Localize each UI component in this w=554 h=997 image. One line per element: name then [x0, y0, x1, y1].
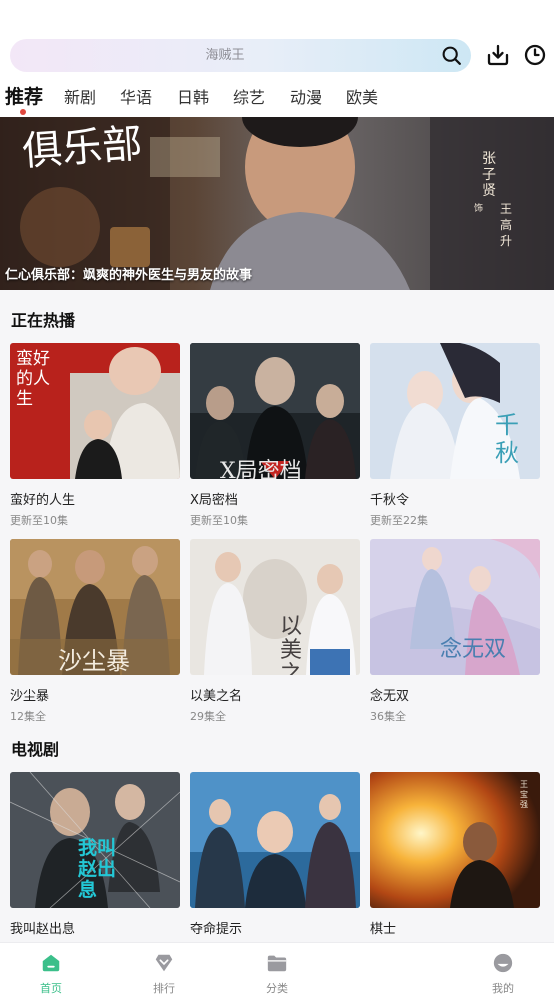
nav-category[interactable]: 分类 [222, 943, 332, 997]
poster-image: X局密档 [190, 343, 360, 479]
card-title[interactable]: 以美之名 [190, 685, 360, 704]
poster-title-art: 我叫赵出息 [78, 837, 117, 901]
poster-image: 千秋 [370, 343, 540, 479]
poster-title-art: 以美之名 [280, 614, 303, 676]
card-title[interactable]: 蛮好的人生 [10, 489, 180, 508]
video-card[interactable]: 蛮好的人生 蛮好的人生 更新至10集 [10, 343, 180, 528]
history-clock-icon[interactable] [523, 43, 547, 67]
poster-image: 我叫赵出息 [10, 772, 180, 908]
active-tab-indicator [20, 109, 26, 115]
poster-title-art: 沙尘暴 [58, 647, 130, 675]
video-card[interactable]: 夺命提示 [190, 772, 360, 941]
poster-image: 念无双 [370, 539, 540, 675]
card-title[interactable]: 沙尘暴 [10, 685, 180, 704]
nav-label: 首页 [40, 982, 62, 995]
bottom-navigation: 首页 排行 分类 我的 [0, 942, 554, 997]
poster-title-art: 念无双 [440, 637, 507, 662]
tab-japan-korea[interactable]: 日韩 [177, 84, 209, 108]
card-episode-status: 更新至22集 [370, 514, 428, 527]
tab-anime[interactable]: 动漫 [290, 84, 322, 108]
card-episode-status: 更新至10集 [190, 514, 248, 527]
nav-home[interactable]: 首页 [0, 943, 106, 997]
card-title[interactable]: 夺命提示 [190, 918, 360, 937]
nav-ranking[interactable]: 排行 [109, 943, 219, 997]
video-card[interactable]: 我叫赵出息 我叫赵出息 [10, 772, 180, 941]
ranking-heart-icon [155, 954, 173, 972]
download-icon[interactable] [486, 43, 510, 67]
poster-image: 以美之名 [190, 539, 360, 675]
search-bar[interactable]: 海贼王 [10, 39, 471, 72]
video-card[interactable]: 王宝强 棋士 [370, 772, 540, 941]
card-title[interactable]: 我叫赵出息 [10, 918, 180, 937]
category-tabs: 推荐 新剧 华语 日韩 综艺 动漫 欧美 [0, 80, 554, 115]
tab-variety[interactable]: 综艺 [233, 84, 265, 108]
card-title[interactable]: 念无双 [370, 685, 540, 704]
nav-profile[interactable]: 我的 [448, 943, 554, 997]
card-episode-status: 更新至10集 [10, 514, 68, 527]
nav-label: 我的 [492, 982, 514, 995]
card-title[interactable]: 千秋令 [370, 489, 540, 508]
banner-caption[interactable]: 仁心俱乐部：飒爽的神外医生与男友的故事 [5, 264, 252, 283]
search-icon[interactable] [441, 45, 462, 66]
video-card[interactable]: 念无双 念无双 36集全 [370, 539, 540, 724]
section-title-tv-series: 电视剧 [11, 740, 60, 759]
poster-title-art: 蛮好的人生 [16, 349, 50, 409]
video-card[interactable]: 千秋 千秋令 更新至22集 [370, 343, 540, 528]
search-placeholder[interactable]: 海贼王 [10, 39, 440, 72]
video-card[interactable]: 沙尘暴 沙尘暴 12集全 [10, 539, 180, 724]
section-title-now-playing: 正在热播 [11, 311, 76, 330]
tab-western[interactable]: 欧美 [346, 84, 378, 108]
folder-icon [267, 955, 287, 972]
banner-actor-name: 张子贤 [482, 151, 496, 199]
home-icon [42, 954, 60, 972]
banner-role-name: 王高升 [500, 202, 513, 248]
tab-recommend[interactable]: 推荐 [5, 82, 43, 109]
card-title[interactable]: 棋士 [370, 918, 540, 937]
poster-image: 王宝强 [370, 772, 540, 908]
video-card[interactable]: 以美之名 以美之名 29集全 [190, 539, 360, 724]
card-title[interactable]: X局密档 [190, 489, 360, 508]
featured-banner[interactable]: 俱乐部 张子贤 饰 王高升 仁心俱乐部：飒爽的神外医生与男友的故事 [0, 117, 554, 290]
banner-role-marker: 饰 [474, 204, 484, 214]
profile-icon [493, 953, 513, 973]
top-bar: 海贼王 推荐 新剧 华语 日韩 综艺 动漫 欧美 [0, 0, 554, 117]
tab-new-drama[interactable]: 新剧 [64, 84, 96, 108]
poster-credit: 王宝强 [520, 780, 528, 809]
poster-image: 沙尘暴 [10, 539, 180, 675]
nav-label: 分类 [266, 982, 288, 995]
banner-logo: 俱乐部 [20, 120, 144, 176]
card-episode-status: 36集全 [370, 710, 406, 723]
video-card[interactable]: X局密档 X局密档 更新至10集 [190, 343, 360, 528]
nav-label: 排行 [153, 982, 175, 995]
poster-title-art: X局密档 [220, 459, 302, 479]
poster-image [190, 772, 360, 908]
card-episode-status: 29集全 [190, 710, 226, 723]
poster-title-art: 千秋 [495, 411, 519, 467]
poster-image: 蛮好的人生 [10, 343, 180, 479]
card-episode-status: 12集全 [10, 710, 46, 723]
tab-chinese[interactable]: 华语 [120, 84, 152, 108]
